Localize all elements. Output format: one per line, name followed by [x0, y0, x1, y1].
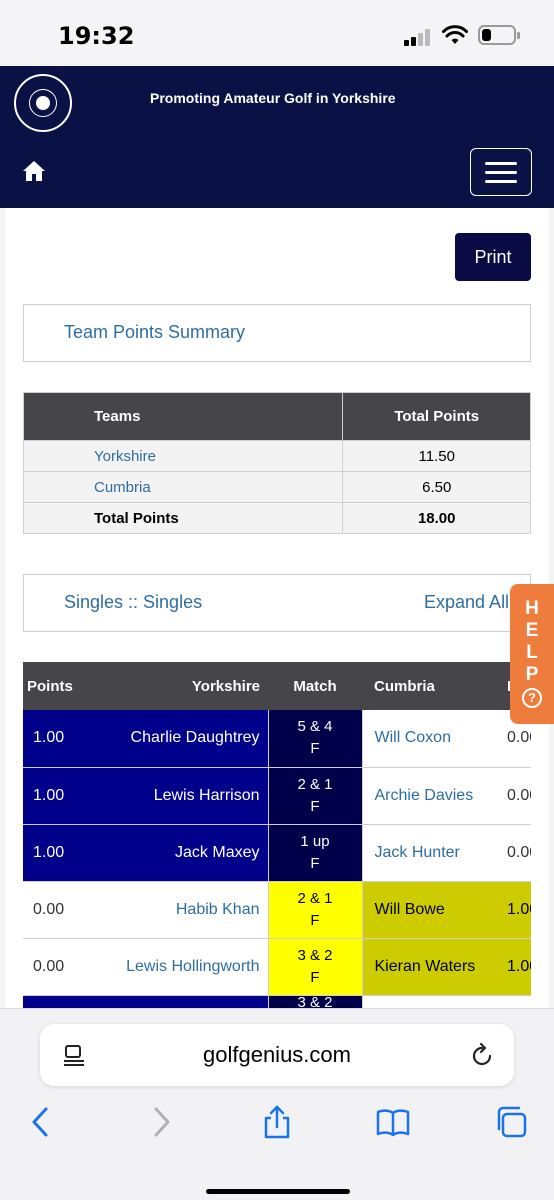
match-status: F [310, 968, 320, 986]
question-mark-icon: ? [522, 688, 542, 708]
singles-title[interactable]: Singles :: Singles [64, 592, 202, 613]
cellular-signal-icon [404, 28, 434, 46]
table-row: Cumbria 6.50 [22, 471, 531, 503]
table-row[interactable]: 1.00 Jack Maxey 1 up F Jack Hunter 0.00 [23, 824, 531, 882]
table-row[interactable]: 0.00 Habib Khan 2 & 1 F Will Bowe 1.00 [23, 881, 531, 939]
match-status: F [310, 911, 320, 929]
yorkshire-union-crest-icon[interactable] [14, 74, 72, 132]
home-indicator [206, 1189, 350, 1194]
yorkshire-player[interactable]: Charlie Daughtrey [111, 710, 268, 768]
tabs-icon[interactable] [494, 1105, 528, 1139]
address-bar[interactable]: golfgenius.com [40, 1024, 514, 1086]
match-score: 5 & 4 [297, 718, 333, 736]
wifi-icon [442, 25, 468, 44]
yorkshire-points: 1.00 [23, 710, 111, 768]
teams-header: Teams [22, 392, 344, 441]
yorkshire-player[interactable]: Lewis Hollingworth [111, 938, 268, 996]
total-row: Total Points 18.00 [22, 502, 531, 534]
cumbria-header: Cumbria [362, 662, 497, 710]
team-points: 6.50 [342, 471, 531, 503]
table-row[interactable]: 1.00 Charlie Daughtrey 5 & 4 F Will Coxon… [23, 710, 531, 768]
cumbria-player[interactable]: Archie Davies [362, 767, 497, 825]
points-header: Points [23, 662, 111, 710]
team-link-cumbria[interactable]: Cumbria [94, 479, 151, 496]
battery-level [482, 29, 491, 41]
main-content: Print Team Points Summary Teams Total Po… [0, 208, 554, 1015]
team-points-summary-title[interactable]: Team Points Summary [64, 322, 245, 343]
help-letter: P [525, 664, 539, 685]
back-icon[interactable] [24, 1105, 58, 1139]
match-status: F [310, 854, 320, 872]
cumbria-points: 0.00 [497, 824, 531, 882]
print-button[interactable]: Print [455, 233, 531, 281]
total-label: Total Points [22, 502, 344, 534]
battery-icon [478, 25, 520, 45]
match-result[interactable]: 2 & 1 F [267, 881, 363, 939]
table-row[interactable]: 1.00 Lewis Harrison 2 & 1 F Archie Davies… [23, 767, 531, 825]
team-points-summary-panel[interactable]: Team Points Summary [23, 304, 531, 362]
bookmarks-icon[interactable] [376, 1105, 410, 1139]
home-icon[interactable] [22, 160, 46, 182]
table-row[interactable]: 0.00 Lewis Hollingworth 3 & 2 F Kieran Wa… [23, 938, 531, 996]
browser-toolbar: golfgenius.com [0, 1008, 554, 1200]
yorkshire-points: 0.00 [23, 881, 111, 939]
cumbria-player[interactable]: Jack Hunter [362, 824, 497, 882]
match-score: 2 & 1 [297, 889, 333, 907]
yorkshire-points: 1.00 [23, 767, 111, 825]
match-score: 1 up [300, 832, 330, 850]
status-time: 19:32 [58, 22, 135, 50]
match-header: Match [268, 662, 362, 710]
yorkshire-player[interactable]: Habib Khan [111, 881, 268, 939]
cumbria-points: 1.00 [497, 881, 531, 939]
cumbria-player[interactable]: Will Coxon [362, 710, 497, 768]
match-result[interactable]: 1 up F [267, 824, 363, 882]
forward-icon[interactable] [144, 1105, 178, 1139]
site-header: Promoting Amateur Golf in Yorkshire [0, 66, 554, 208]
total-points-header: Total Points [342, 392, 531, 441]
total-points-value: 18.00 [342, 502, 531, 534]
yorkshire-points: 0.00 [23, 938, 111, 996]
singles-results-table: Points Yorkshire Match Cumbria Points 1.… [23, 662, 531, 1015]
help-letter: E [525, 620, 539, 641]
expand-all-link[interactable]: Expand All [424, 592, 509, 613]
team-points: 11.50 [342, 440, 531, 472]
singles-panel[interactable]: Singles :: Singles Expand All [23, 574, 531, 632]
url-text: golfgenius.com [203, 1042, 351, 1067]
cumbria-player[interactable]: Kieran Waters [362, 938, 497, 996]
yorkshire-points: 1.00 [23, 824, 111, 882]
match-status: F [310, 740, 320, 758]
match-result[interactable]: 5 & 4 F [267, 710, 363, 768]
team-link-yorkshire[interactable]: Yorkshire [94, 448, 156, 465]
yorkshire-player[interactable]: Lewis Harrison [111, 767, 268, 825]
yorkshire-header: Yorkshire [111, 662, 268, 710]
reload-icon[interactable] [470, 1042, 494, 1068]
cumbria-points: 0.00 [497, 767, 531, 825]
hamburger-menu-button[interactable] [470, 148, 532, 196]
match-result[interactable]: 2 & 1 F [267, 767, 363, 825]
cumbria-points: 1.00 [497, 938, 531, 996]
help-letter: H [525, 598, 539, 619]
team-summary-table: Teams Total Points Yorkshire 11.50 Cumbr… [22, 392, 531, 534]
match-result[interactable]: 3 & 2 F [267, 938, 363, 996]
help-tab-button[interactable]: H E L P ? [510, 584, 554, 724]
match-score: 3 & 2 [297, 946, 333, 964]
site-tagline: Promoting Amateur Golf in Yorkshire [150, 90, 396, 106]
match-score: 2 & 1 [297, 775, 333, 793]
table-row: Yorkshire 11.50 [22, 440, 531, 472]
share-icon[interactable] [260, 1105, 294, 1139]
cumbria-player[interactable]: Will Bowe [362, 881, 497, 939]
status-bar: 19:32 [0, 0, 554, 66]
help-letter: L [526, 642, 538, 663]
yorkshire-player[interactable]: Jack Maxey [111, 824, 268, 882]
match-status: F [310, 797, 320, 815]
